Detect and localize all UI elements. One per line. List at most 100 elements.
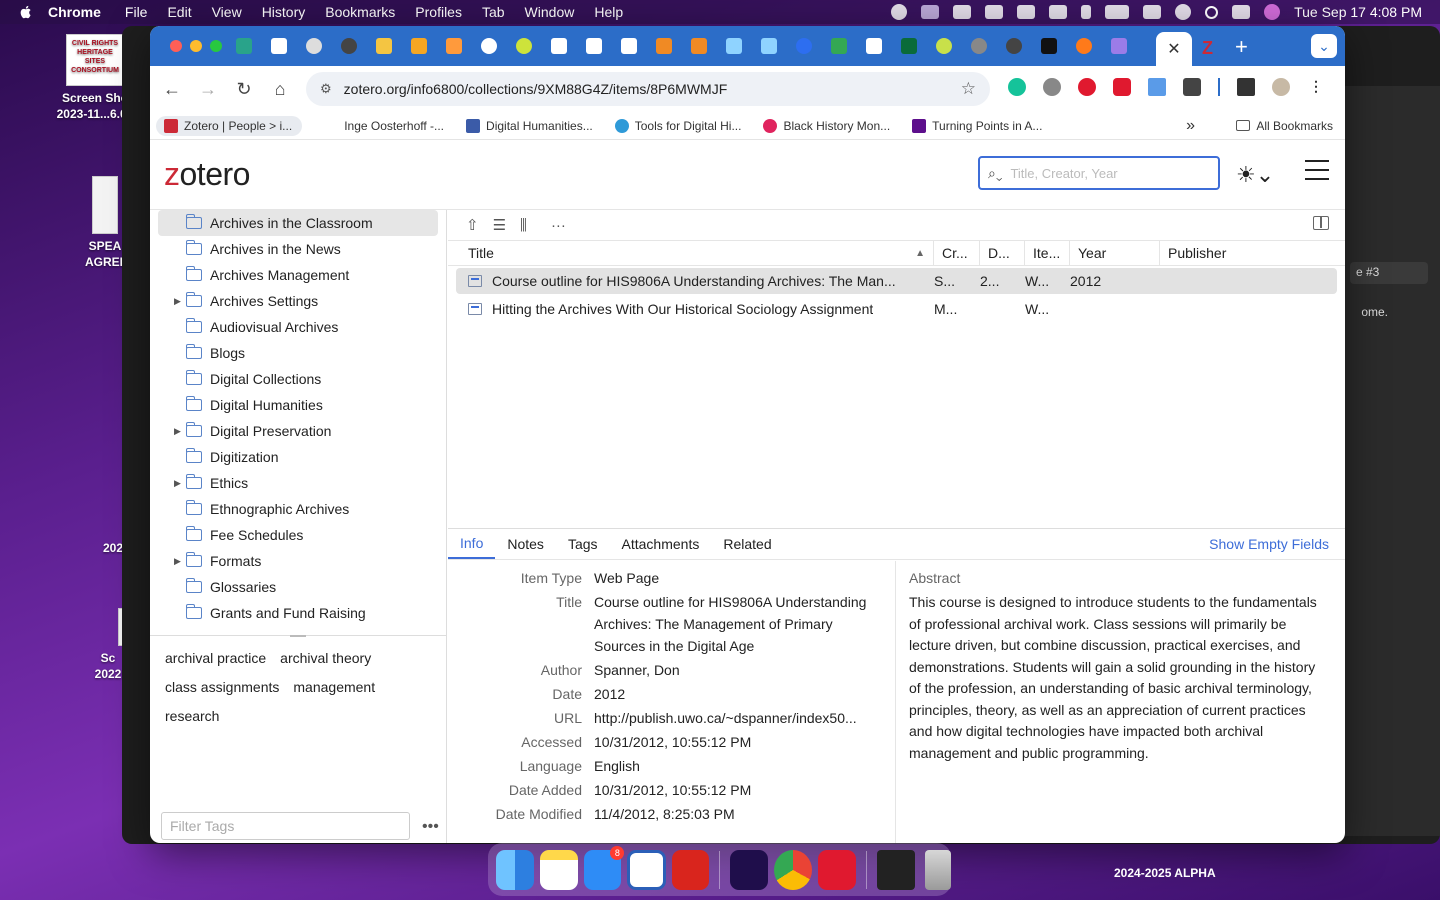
tab-favicon[interactable] [411, 38, 427, 54]
spotlight-search-icon[interactable] [1205, 5, 1219, 19]
menu-file[interactable]: File [125, 4, 148, 20]
volume-icon[interactable] [1049, 5, 1068, 19]
tag-actions-menu-icon[interactable]: ••• [422, 818, 439, 836]
collection-item[interactable]: Fee Schedules [150, 522, 446, 548]
tab-related[interactable]: Related [711, 529, 783, 559]
chrome-menu-icon[interactable]: ⋮ [1307, 78, 1325, 96]
tab-favicon[interactable] [306, 38, 322, 54]
expand-twisty-icon[interactable]: ▶ [174, 556, 181, 567]
tab-favicon[interactable] [1111, 38, 1127, 54]
adblock-extension-icon[interactable] [1113, 78, 1131, 96]
tag-item[interactable]: research [165, 708, 219, 724]
collection-item[interactable]: Digital Collections [150, 366, 446, 392]
desktop-file-agreement[interactable]: SPEA AGREEM... [85, 176, 148, 270]
tab-search-button[interactable]: ⌄ [1311, 34, 1337, 58]
site-info-icon[interactable]: ⚙ [320, 81, 332, 97]
field-value[interactable]: 10/31/2012, 10:55:12 PM [594, 731, 879, 753]
collection-item[interactable]: Archives in the News [150, 236, 446, 262]
library-bib-icon[interactable]: ⫼ [520, 217, 527, 234]
tab-notes[interactable]: Notes [495, 529, 556, 559]
tab-favicon[interactable] [376, 38, 392, 54]
tab-favicon[interactable] [1006, 38, 1022, 54]
pane-splitter[interactable] [290, 635, 306, 637]
menu-help[interactable]: Help [594, 4, 623, 20]
show-empty-fields-link[interactable]: Show Empty Fields [1209, 536, 1329, 552]
tab-favicon[interactable] [691, 38, 707, 54]
dropbox-icon[interactable] [953, 5, 972, 19]
export-icon[interactable]: ⇧ [466, 216, 479, 234]
search-mode-icon[interactable]: ⌕⌄ [988, 165, 1002, 182]
siri-icon[interactable] [1264, 4, 1281, 20]
tab-attachments[interactable]: Attachments [610, 529, 712, 559]
bluetooth-icon[interactable] [1081, 5, 1092, 19]
more-actions-icon[interactable]: ··· [551, 217, 566, 234]
bookmark-zotero[interactable]: Zotero | People > i... [156, 115, 303, 136]
zotero-tab-favicon[interactable]: Z [1202, 38, 1213, 59]
desktop-file-4[interactable]: Sc 2022 [90, 608, 126, 682]
column-title[interactable]: Title ▲ [448, 241, 934, 265]
profile-avatar-icon[interactable] [1272, 78, 1290, 96]
zoom-window-button[interactable] [210, 40, 222, 52]
collection-item[interactable]: Archives Management [150, 262, 446, 288]
tag-item[interactable]: management [293, 679, 375, 695]
clock[interactable]: Tue Sep 17 4:08 PM [1294, 4, 1422, 20]
field-value[interactable]: Course outline for HIS9806A Understandin… [594, 591, 879, 657]
collection-item[interactable]: ▶ Digital Preservation [150, 418, 446, 444]
expand-twisty-icon[interactable]: ▶ [174, 478, 181, 489]
menu-window[interactable]: Window [525, 4, 575, 20]
scribble-icon[interactable] [921, 5, 940, 19]
column-year[interactable]: Year [1070, 241, 1160, 265]
finder-dock-icon[interactable] [496, 849, 534, 890]
column-creator[interactable]: Cr... [934, 241, 980, 265]
search-input[interactable] [1010, 165, 1201, 181]
tab-favicon[interactable] [586, 38, 602, 54]
tag-item[interactable]: archival theory [280, 650, 371, 666]
adblock-dock-icon[interactable] [817, 849, 856, 890]
tab-favicon[interactable] [341, 38, 357, 54]
collection-item[interactable]: ▶ Ethics [150, 470, 446, 496]
expand-twisty-icon[interactable]: ▶ [174, 426, 181, 437]
menu-view[interactable]: View [212, 4, 242, 20]
skype-extension-icon[interactable] [1043, 78, 1061, 96]
creative-cloud-icon[interactable] [891, 4, 908, 20]
window-preview-dock-icon[interactable] [876, 849, 915, 890]
tab-favicon[interactable] [971, 38, 987, 54]
minimize-window-button[interactable] [190, 40, 202, 52]
opera-extension-icon[interactable] [1078, 78, 1096, 96]
column-picker-icon[interactable] [1313, 216, 1329, 230]
notes-dock-icon[interactable] [539, 849, 578, 890]
back-button[interactable]: ← [154, 79, 190, 100]
tab-favicon[interactable] [446, 38, 462, 54]
collection-item[interactable]: Glossaries [150, 574, 446, 600]
tab-favicon[interactable] [761, 38, 777, 54]
tag-item[interactable]: archival practice [165, 650, 266, 666]
collection-item[interactable]: ▶ Archives Settings [150, 288, 446, 314]
zotero-logo[interactable]: zotero [164, 156, 250, 193]
collection-item[interactable]: Grants and Fund Raising [150, 600, 446, 626]
new-tab-button[interactable]: + [1235, 34, 1248, 60]
collection-item[interactable]: Audiovisual Archives [150, 314, 446, 340]
tab-favicon[interactable] [516, 38, 532, 54]
tab-favicon[interactable] [831, 38, 847, 54]
collection-item[interactable]: Blogs [150, 340, 446, 366]
field-value[interactable]: English [594, 755, 879, 777]
tab-favicon[interactable] [271, 38, 287, 54]
collection-item[interactable]: Digital Humanities [150, 392, 446, 418]
wifi-icon[interactable] [1143, 5, 1162, 19]
premiere-dock-icon[interactable] [730, 849, 769, 890]
column-publisher[interactable]: Publisher [1160, 241, 1340, 265]
menu-history[interactable]: History [262, 4, 306, 20]
control-center-icon[interactable] [1232, 5, 1251, 19]
memory-icon[interactable] [1017, 5, 1036, 19]
tab-favicon[interactable] [1041, 38, 1057, 54]
filter-tags-input[interactable] [161, 812, 410, 840]
apple-logo-icon[interactable] [18, 4, 34, 20]
field-value[interactable]: 10/31/2012, 10:55:12 PM [594, 779, 879, 801]
extensions-puzzle-icon[interactable] [1183, 78, 1201, 96]
column-item-type[interactable]: Ite... [1025, 241, 1070, 265]
tab-favicon[interactable] [236, 38, 252, 54]
chrome-dock-icon[interactable] [774, 849, 812, 890]
document-extension-icon[interactable] [1148, 78, 1166, 96]
cite-icon[interactable]: ☰ [493, 216, 506, 234]
column-date[interactable]: D... [980, 241, 1025, 265]
